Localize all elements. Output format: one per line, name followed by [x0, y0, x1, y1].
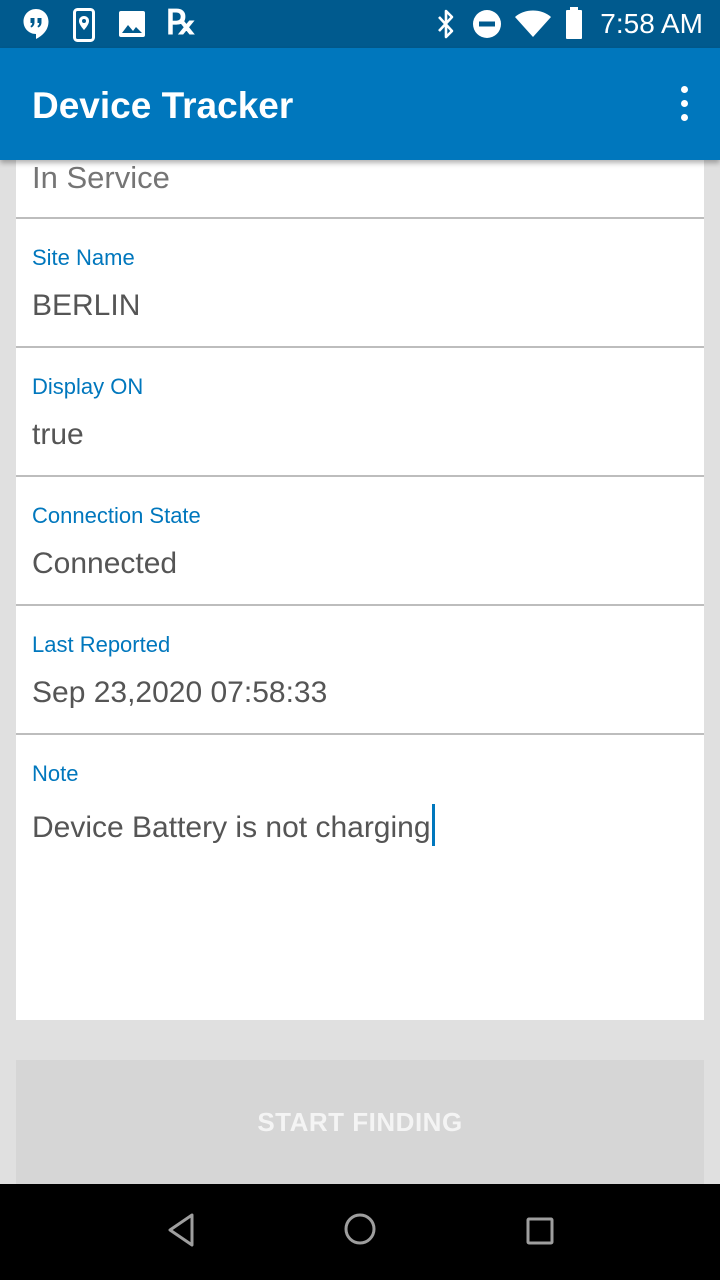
divider — [16, 604, 704, 606]
rx-icon: ℞ — [166, 3, 197, 43]
divider — [16, 733, 704, 735]
wifi-icon — [515, 10, 551, 37]
start-finding-button[interactable]: START FINDING — [16, 1060, 704, 1184]
last-reported-label: Last Reported — [32, 632, 171, 657]
note-text: Device Battery is not charging — [32, 811, 431, 844]
back-icon[interactable] — [166, 1212, 196, 1248]
app-title: Device Tracker — [32, 85, 294, 126]
site-name-value: BERLIN — [32, 289, 141, 322]
last-reported-value: Sep 23,2020 07:58:33 — [32, 676, 328, 709]
bluetooth-icon — [438, 9, 454, 39]
battery-icon — [566, 7, 582, 39]
recents-icon[interactable] — [526, 1217, 554, 1245]
connection-state-value: Connected — [32, 547, 178, 580]
hangouts-icon — [23, 9, 49, 39]
app-bar: Device Tracker — [0, 48, 720, 160]
note-label: Note — [32, 761, 79, 786]
site-name-label: Site Name — [32, 245, 135, 270]
divider — [16, 346, 704, 348]
location-phone-icon — [73, 8, 95, 42]
note-field[interactable]: Device Battery is not charging — [32, 804, 435, 846]
navigation-bar — [0, 1184, 720, 1280]
more-vert-icon[interactable] — [676, 86, 692, 122]
display-on-value: true — [32, 418, 84, 451]
display-on-label: Display ON — [32, 374, 144, 399]
clock: 7:58 AM — [600, 8, 703, 39]
text-cursor — [431, 804, 435, 846]
divider — [16, 475, 704, 477]
home-icon[interactable] — [343, 1212, 377, 1246]
status-bar: ℞ 7:58 AM — [0, 0, 720, 48]
divider — [16, 217, 704, 219]
do-not-disturb-icon — [473, 10, 501, 38]
status-value: In Service — [32, 160, 170, 195]
device-details-card: In Service Site Name BERLIN Display ON t… — [16, 160, 704, 1020]
image-icon — [119, 11, 145, 37]
connection-state-label: Connection State — [32, 503, 201, 528]
